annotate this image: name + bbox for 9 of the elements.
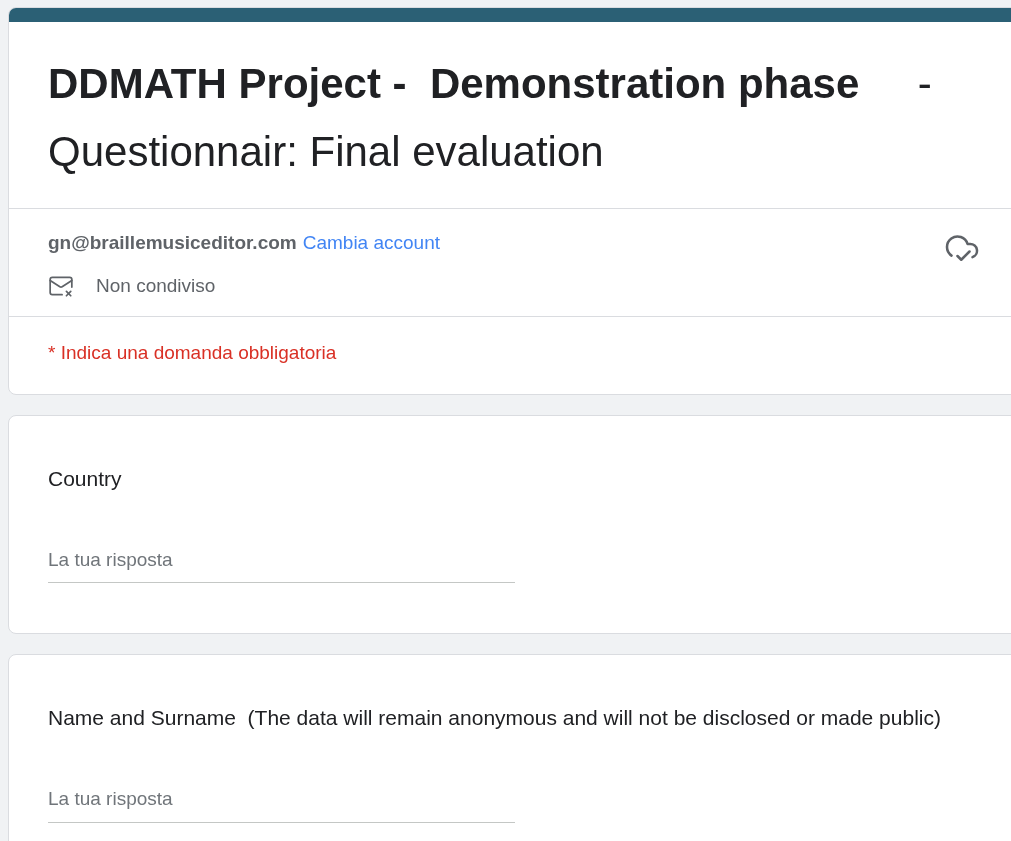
switch-account-link[interactable]: Cambia account [302,229,440,258]
question-label: Country [48,465,123,492]
question-label: Name and Surname (The data will remain anonymous and will not be disclosed or made public) [48,705,942,731]
form-title: DDMATH Project - Demonstration phase - Questionnair: Final evaluation [48,59,933,177]
answer-field[interactable]: La tua risposta [48,785,515,823]
answer-field[interactable]: La tua risposta [48,545,515,583]
required-note: * Indica una domanda obbligatoria [48,342,337,363]
account-email: gn@braillemusiceditor.com [48,231,297,255]
sharing-status: Non condiviso [96,273,216,298]
